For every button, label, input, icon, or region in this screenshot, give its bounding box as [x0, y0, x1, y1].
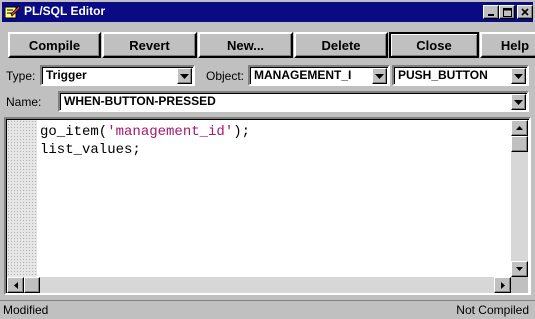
- arrow-left-icon: [13, 281, 18, 289]
- scroll-up-button[interactable]: [511, 120, 528, 136]
- chevron-down-icon: [375, 73, 384, 79]
- type-dropdown-button[interactable]: [177, 68, 192, 84]
- code-text-area[interactable]: go_item('management_id'); list_values;: [37, 120, 509, 277]
- title-bar[interactable]: PL/SQL Editor: [2, 2, 533, 22]
- help-button-label: Help: [500, 37, 530, 53]
- code-editor[interactable]: go_item('management_id'); list_values;: [4, 117, 531, 295]
- object-item-dropdown-button[interactable]: [511, 68, 526, 84]
- window-title: PL/SQL Editor: [24, 4, 106, 18]
- code-func: go_item(: [40, 124, 108, 140]
- revert-button[interactable]: Revert: [102, 32, 197, 58]
- chevron-down-icon: [180, 73, 189, 79]
- vertical-scrollbar[interactable]: [511, 120, 528, 277]
- name-value: WHEN-BUTTON-PRESSED: [64, 94, 216, 108]
- horizontal-scroll-thumb[interactable]: [24, 277, 40, 293]
- new-button-label: New...: [226, 37, 265, 53]
- minimize-icon: [488, 14, 494, 16]
- object-value: MANAGEMENT_I: [254, 68, 352, 82]
- object-dropdown-button[interactable]: [372, 68, 387, 84]
- object-item-value: PUSH_BUTTON: [398, 68, 488, 82]
- close-icon: [521, 8, 529, 16]
- revert-button-label: Revert: [129, 37, 170, 53]
- scrollbar-corner: [511, 277, 528, 293]
- name-label: Name:: [6, 95, 42, 109]
- code-line-2: list_values;: [40, 142, 141, 158]
- type-label: Type:: [6, 69, 36, 83]
- edit-pencil-icon: [5, 5, 21, 19]
- plsql-editor-window: PL/SQL Editor Compile Revert New... Dele…: [0, 0, 535, 319]
- scroll-left-button[interactable]: [7, 277, 24, 293]
- toolbar: Compile Revert New... Delete Close Help: [2, 32, 535, 60]
- type-value: Trigger: [46, 68, 87, 82]
- arrow-up-icon: [516, 126, 523, 130]
- chevron-down-icon: [514, 73, 523, 79]
- status-bar: Modified Not Compiled: [0, 300, 535, 319]
- vertical-scroll-thumb[interactable]: [511, 136, 528, 152]
- name-select[interactable]: WHEN-BUTTON-PRESSED: [58, 91, 529, 112]
- code-line-1: go_item('management_id');: [40, 124, 250, 140]
- delete-button[interactable]: Delete: [294, 32, 388, 58]
- editor-gutter: [7, 120, 37, 277]
- horizontal-scrollbar[interactable]: [7, 277, 511, 293]
- status-compile-state: Not Compiled: [456, 303, 529, 317]
- delete-button-label: Delete: [321, 37, 361, 53]
- close-window-button[interactable]: [517, 5, 533, 19]
- minimize-button[interactable]: [483, 5, 499, 19]
- close-button[interactable]: Close: [389, 32, 479, 58]
- compile-button[interactable]: Compile: [8, 32, 101, 58]
- new-button[interactable]: New...: [198, 32, 293, 58]
- name-dropdown-button[interactable]: [511, 94, 526, 110]
- chevron-down-icon: [514, 99, 523, 105]
- close-button-label: Close: [416, 37, 452, 53]
- status-modified: Modified: [3, 303, 49, 317]
- scroll-right-button[interactable]: [494, 277, 511, 293]
- compile-button-label: Compile: [28, 37, 81, 53]
- object-label: Object:: [206, 69, 245, 83]
- arrow-right-icon: [500, 281, 505, 289]
- object-select[interactable]: MANAGEMENT_I: [248, 65, 390, 86]
- maximize-icon: [502, 7, 512, 17]
- code-string-literal: 'management_id': [107, 124, 234, 140]
- help-button[interactable]: Help: [480, 32, 535, 58]
- type-select[interactable]: Trigger: [40, 65, 195, 86]
- object-item-select[interactable]: PUSH_BUTTON: [392, 65, 529, 86]
- code-line-end: );: [233, 124, 251, 140]
- scroll-down-button[interactable]: [511, 261, 528, 277]
- arrow-down-icon: [516, 267, 523, 271]
- maximize-button[interactable]: [499, 5, 515, 19]
